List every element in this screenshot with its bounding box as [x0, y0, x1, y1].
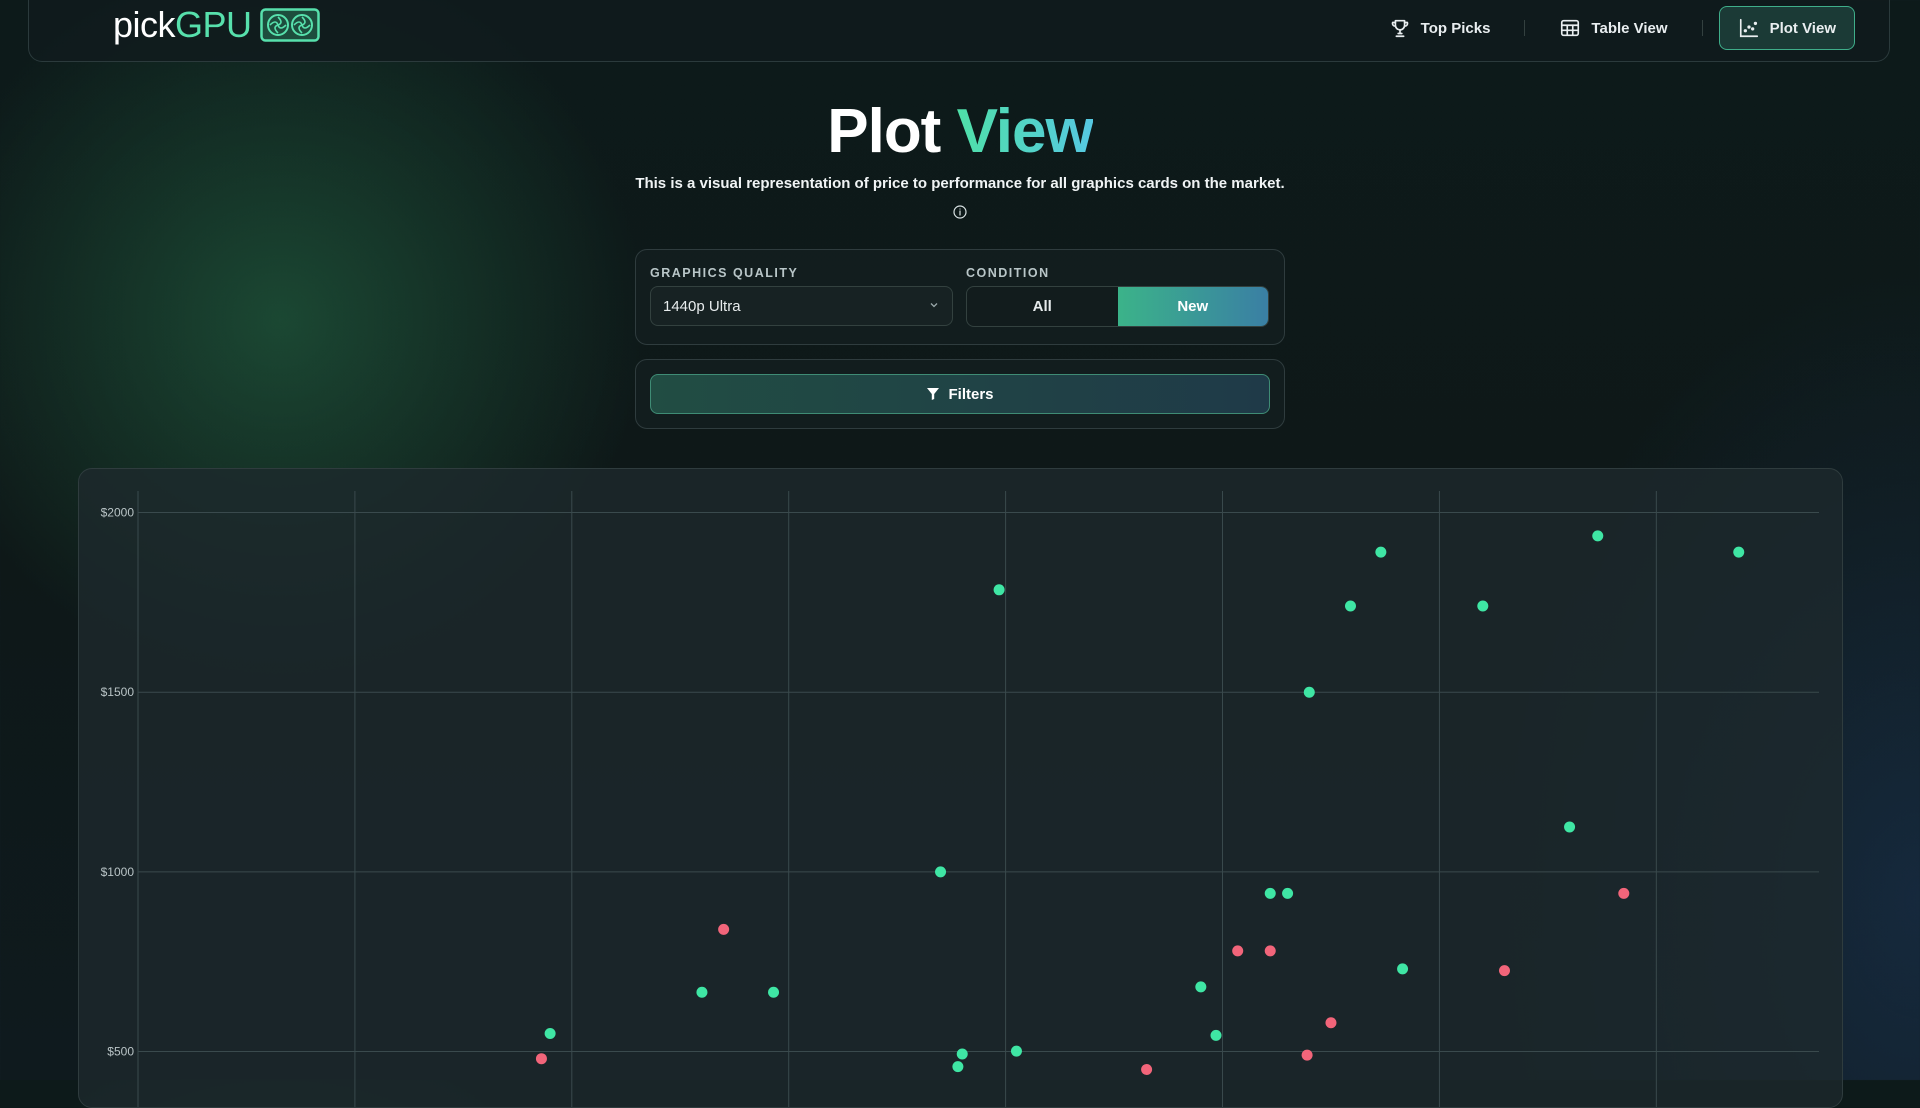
y-tick-label: $500	[107, 1045, 134, 1059]
data-point-bad	[1301, 1049, 1313, 1061]
data-point-good	[1344, 600, 1356, 612]
data-point-good	[1264, 887, 1276, 899]
data-point-good	[768, 986, 780, 998]
main-nav: Top Picks Table View Plot View	[1371, 6, 1855, 50]
nav-divider	[1701, 20, 1703, 36]
trophy-icon	[1391, 19, 1408, 38]
graphics-quality-label: GRAPHICS QUALITY	[650, 266, 799, 280]
nav-divider	[1524, 20, 1526, 36]
scatter-plot-icon	[1739, 18, 1758, 38]
filter-icon	[927, 388, 940, 400]
y-tick-label: $1000	[101, 865, 135, 879]
page-title: Plot View	[827, 97, 1094, 166]
gpu-card-icon	[259, 8, 320, 42]
data-point-good	[956, 1048, 968, 1060]
filters-label: Filters	[948, 385, 994, 403]
data-point-good	[1733, 546, 1745, 558]
data-point-bad	[1232, 945, 1244, 957]
top-navbar: pickGPU Top Picks Table View Plot View	[28, 0, 1890, 62]
condition-new-button[interactable]: New	[1117, 287, 1268, 326]
filters-panel: Filters	[635, 359, 1285, 429]
data-point-good	[952, 1061, 964, 1073]
table-icon	[1561, 19, 1580, 37]
data-point-good	[1397, 963, 1409, 975]
data-point-good	[544, 1028, 556, 1040]
graphics-quality-value: 1440p Ultra	[663, 298, 741, 315]
data-point-good	[1477, 600, 1489, 612]
scatter-plot: $2000 $1500 $1000 $500	[101, 491, 1819, 1107]
nav-top-picks[interactable]: Top Picks	[1371, 6, 1509, 50]
nav-label: Top Picks	[1420, 19, 1491, 37]
logo-text: pickGPU	[113, 4, 252, 45]
data-point-bad	[718, 923, 730, 935]
condition-toggle: All New	[966, 286, 1269, 327]
info-icon[interactable]	[953, 205, 967, 219]
condition-label: CONDITION	[966, 266, 1050, 280]
nav-table-view[interactable]: Table View	[1541, 6, 1685, 50]
data-point-good	[1564, 821, 1576, 833]
data-point-good	[993, 584, 1005, 596]
data-point-bad	[1264, 945, 1276, 957]
page-subtitle: This is a visual representation of price…	[635, 175, 1285, 192]
logo[interactable]: pickGPU	[113, 4, 320, 46]
data-point-good	[1282, 887, 1294, 899]
data-point-bad	[1141, 1063, 1153, 1075]
chevron-down-icon	[930, 303, 938, 308]
price-performance-chart: $2000 $1500 $1000 $500	[78, 468, 1843, 1108]
filters-button[interactable]: Filters	[650, 374, 1270, 414]
data-point-good	[696, 986, 708, 998]
data-point-good	[1210, 1029, 1222, 1041]
condition-all-button[interactable]: All	[967, 287, 1118, 326]
data-point-bad	[1325, 1017, 1337, 1029]
data-point-good	[1592, 530, 1604, 542]
data-point-good	[1375, 546, 1387, 558]
y-tick-label: $2000	[101, 506, 135, 520]
data-point-good	[1303, 686, 1315, 698]
nav-label: Table View	[1591, 19, 1668, 37]
nav-label: Plot View	[1769, 19, 1836, 37]
y-tick-label: $1500	[101, 685, 135, 699]
data-point-good	[1010, 1045, 1022, 1057]
data-point-bad	[535, 1053, 547, 1065]
data-point-bad	[1498, 965, 1510, 977]
graphics-quality-select[interactable]: 1440p Ultra	[650, 286, 953, 326]
nav-plot-view[interactable]: Plot View	[1718, 6, 1855, 50]
data-point-good	[1195, 981, 1207, 993]
settings-panel: GRAPHICS QUALITY 1440p Ultra CONDITION A…	[635, 249, 1285, 345]
data-point-good	[935, 866, 947, 878]
data-point-bad	[1618, 887, 1630, 899]
